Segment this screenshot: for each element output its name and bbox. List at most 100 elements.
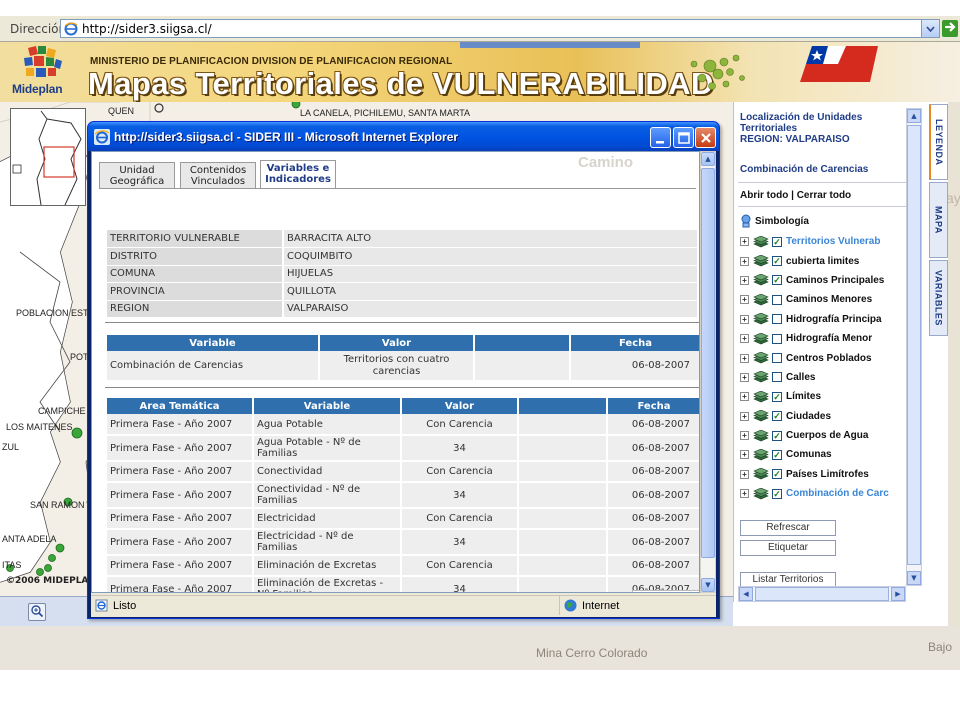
layer-item[interactable]: + ✓ Combinación de Carc [740,484,908,503]
tab-mapa[interactable]: MAPA [929,182,948,258]
refresh-button[interactable]: Refrescar [740,520,836,536]
layer-checkbox[interactable]: ✓ [772,391,782,402]
popup-vertical-scrollbar[interactable]: ▲ ▼ [700,151,716,593]
expand-icon[interactable]: + [740,469,749,479]
layer-checkbox[interactable]: ✓ [772,236,782,247]
expand-icon[interactable]: + [740,392,749,402]
header-decoration-bar [460,42,640,48]
layer-checkbox[interactable]: ✓ [772,488,782,499]
scroll-down-icon[interactable]: ▼ [701,578,715,592]
expand-icon[interactable]: + [740,314,749,324]
layer-checkbox[interactable]: ✓ [772,275,782,286]
close-all-link[interactable]: Cerrar todo [797,190,851,201]
maximize-button[interactable] [673,127,694,148]
expand-icon[interactable]: + [740,237,749,247]
layer-item[interactable]: + Hidrografía Menor [740,329,908,348]
layer-item[interactable]: + ✓ Territorios Vulnerab [740,232,908,251]
close-button[interactable] [695,127,716,148]
minimize-icon [656,141,664,144]
open-all-link[interactable]: Abrir todo [740,190,788,201]
layer-checkbox[interactable] [772,294,782,305]
layer-checkbox[interactable] [772,353,782,364]
layer-checkbox[interactable]: ✓ [772,411,782,422]
address-input[interactable]: http://sider3.siigsa.cl/ [60,19,940,38]
layer-item[interactable]: + Hidrografía Principa [740,310,908,329]
scroll-thumb[interactable] [701,168,715,558]
expand-icon[interactable]: + [740,334,749,344]
expand-icon[interactable]: + [740,450,749,460]
layer-name: Territorios Vulnerab [786,236,881,248]
scroll-up-icon[interactable]: ▲ [907,109,921,123]
layer-checkbox[interactable] [772,372,782,383]
tab-leyenda[interactable]: LEYENDA [929,104,948,180]
layer-item[interactable]: + ✓ Comunas [740,445,908,464]
layer-item[interactable]: + Caminos Menores [740,290,908,309]
divider [738,182,906,183]
map-label: SAN RAMON [30,500,85,510]
tabs-baseline [99,188,696,189]
layer-item[interactable]: + ✓ Cuerpos de Agua [740,426,908,445]
legend-horizontal-scrollbar[interactable]: ◀ ▶ [738,586,906,602]
date-cell: 06-08-2007 [570,351,699,382]
layers-icon [753,448,769,461]
expand-icon[interactable]: + [740,489,749,499]
layer-name: Calles [786,371,816,383]
tab-variables-indicadores[interactable]: Variables e Indicadores [260,160,336,189]
map-copyright: ©2006 MIDEPLA [6,576,89,586]
scroll-down-icon[interactable]: ▼ [907,571,921,585]
area-cell: Primera Fase - Año 2007 [107,461,254,483]
layer-checkbox[interactable] [772,333,782,344]
zone-text: Internet [582,600,620,612]
scroll-left-icon[interactable]: ◀ [739,587,753,601]
layer-item[interactable]: + ✓ Caminos Principales [740,271,908,290]
layer-name: cubierta limites [786,255,860,267]
expand-icon[interactable]: + [740,431,749,441]
tab-contenidos-vinculados[interactable]: Contenidos Vinculados [180,162,256,188]
scroll-thumb[interactable] [755,587,889,601]
layer-item[interactable]: + Centros Poblados [740,348,908,367]
minimize-button[interactable] [650,127,671,148]
layer-item[interactable]: + ✓ Ciudades [740,407,908,426]
symbology-label: Simbología [755,215,809,227]
layer-item[interactable]: + ✓ cubierta limites [740,251,908,270]
layer-checkbox[interactable]: ✓ [772,430,782,441]
layer-item[interactable]: + ✓ Límites [740,387,908,406]
scroll-right-icon[interactable]: ▶ [891,587,905,601]
layers-icon [753,468,769,480]
page-done-icon [95,599,108,612]
layer-item[interactable]: + Calles [740,368,908,387]
popup-bottom-tab[interactable] [632,590,699,592]
address-dropdown-button[interactable] [921,20,939,37]
tab-variables[interactable]: VARIABLES [929,260,948,336]
info-value: COQUIMBITO [282,247,697,266]
layers-icon [753,352,769,364]
zoom-in-button[interactable] [28,603,46,621]
overview-map[interactable] [10,108,86,206]
tab-unidad-geografica[interactable]: Unidad Geográfica [99,162,175,188]
legend-combination-link[interactable]: Combinación de Carencias [740,164,868,175]
label-button[interactable]: Etiquetar [740,540,836,556]
layer-item[interactable]: + ✓ Países Limítrofes [740,465,908,484]
legend-heading-line: Territoriales [740,123,798,134]
expand-icon[interactable]: + [740,353,749,363]
layer-checkbox[interactable] [772,314,782,325]
layer-checkbox[interactable]: ✓ [772,469,782,480]
layer-checkbox[interactable]: ✓ [772,449,782,460]
expand-icon[interactable]: + [740,295,749,305]
links-separator: | [791,190,794,201]
expand-icon[interactable]: + [740,275,749,285]
scroll-thumb[interactable] [907,125,921,565]
expand-icon[interactable]: + [740,256,749,266]
variable-table: Variable Valor Fecha Combinación de Care… [107,335,699,382]
scroll-up-icon[interactable]: ▲ [701,152,715,166]
list-territories-button[interactable]: Listar Territorios [740,572,836,586]
go-button[interactable] [942,20,958,37]
info-value: VALPARAISO [282,300,697,318]
popup-title-bar[interactable]: http://sider3.siigsa.cl - SIDER III - Mi… [88,122,719,151]
expand-icon[interactable]: + [740,372,749,382]
expand-icon[interactable]: + [740,411,749,421]
column-header: Valor [401,398,519,414]
legend-vertical-scrollbar[interactable]: ▲ ▼ [906,108,922,586]
empty-cell [518,435,608,462]
layer-checkbox[interactable]: ✓ [772,256,782,267]
